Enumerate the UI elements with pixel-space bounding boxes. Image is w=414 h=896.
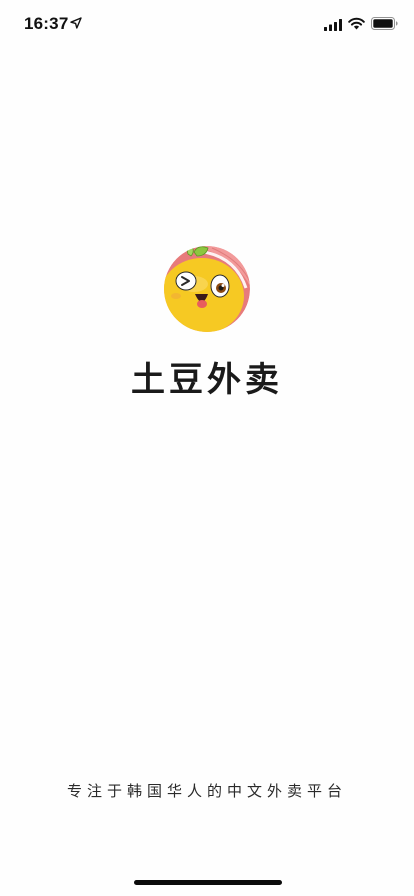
wifi-icon: [348, 17, 365, 30]
app-logo: [164, 246, 250, 332]
location-arrow-icon: [70, 17, 82, 29]
tagline: 专注于韩国华人的中文外卖平台: [66, 782, 347, 800]
status-time: 16:37: [24, 14, 69, 33]
splash-screen: 16:37 土豆外卖 专注于韩国华人的中文外卖平台: [0, 0, 414, 896]
app-name: 土豆外卖: [131, 360, 283, 400]
status-bar: 16:37: [0, 0, 414, 48]
cellular-signal-icon: [324, 19, 342, 31]
battery-icon: [371, 17, 398, 30]
home-indicator[interactable]: [134, 880, 282, 885]
